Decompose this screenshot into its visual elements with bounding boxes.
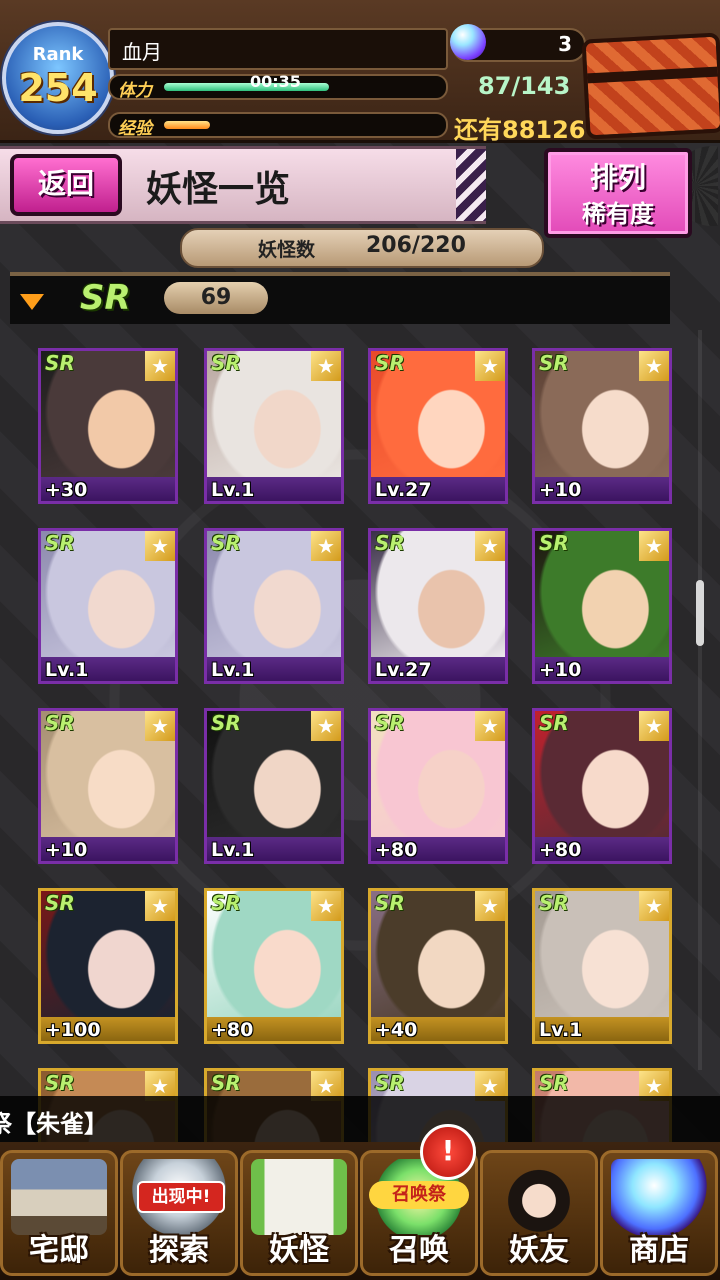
summon-badge: 召唤祭: [369, 1181, 469, 1209]
card-level: Lv.27: [375, 659, 432, 681]
card-rarity: SR: [211, 531, 241, 555]
nav-shop[interactable]: 商店: [600, 1150, 718, 1276]
card-level: +80: [375, 839, 418, 861]
card-rarity: SR: [45, 351, 75, 375]
youkai-card[interactable]: SR ★ +10: [532, 528, 672, 684]
card-rarity: SR: [211, 1071, 241, 1095]
nav-label: 宅邸: [29, 1233, 89, 1268]
card-level: Lv.1: [45, 659, 89, 681]
card-level: Lv.1: [211, 839, 255, 861]
card-rarity: SR: [211, 351, 241, 375]
card-rarity: SR: [539, 351, 569, 375]
nav-label: 召唤: [389, 1233, 449, 1268]
nav-label: 探索: [149, 1233, 209, 1268]
card-rarity: SR: [375, 711, 405, 735]
card-rarity: SR: [211, 891, 241, 915]
scroll-icon: [251, 1159, 347, 1235]
ticker-text: 祭【朱雀】: [0, 1110, 108, 1138]
card-level: +10: [539, 479, 582, 501]
card-level: +10: [539, 659, 582, 681]
youkai-card[interactable]: SR ★ +40: [368, 888, 508, 1044]
nav-friends[interactable]: 妖友: [480, 1150, 598, 1276]
card-rarity: SR: [211, 711, 241, 735]
youkai-card[interactable]: SR ★ Lv.1: [532, 888, 672, 1044]
nav-explore[interactable]: 出现中! 探索: [120, 1150, 238, 1276]
explore-badge: 出现中!: [137, 1181, 225, 1213]
favorite-star-icon[interactable]: ★: [639, 351, 669, 381]
favorite-star-icon[interactable]: ★: [145, 351, 175, 381]
youkai-card[interactable]: SR ★ +30: [38, 348, 178, 504]
card-rarity: SR: [539, 891, 569, 915]
youkai-card[interactable]: SR ★ +80: [532, 708, 672, 864]
card-rarity: SR: [539, 1071, 569, 1095]
youkai-card[interactable]: SR ★ Lv.1: [38, 528, 178, 684]
card-level: Lv.1: [211, 659, 255, 681]
favorite-star-icon[interactable]: ★: [639, 531, 669, 561]
nav-youkai[interactable]: 妖怪: [240, 1150, 358, 1276]
magic-orb-shop-icon: [611, 1159, 707, 1235]
mansion-icon: [11, 1159, 107, 1235]
card-rarity: SR: [45, 891, 75, 915]
card-level: Lv.27: [375, 479, 432, 501]
youkai-card[interactable]: SR ★ Lv.1: [204, 528, 344, 684]
favorite-star-icon[interactable]: ★: [145, 891, 175, 921]
nav-label: 妖怪: [269, 1233, 329, 1268]
youkai-card[interactable]: SR ★ +100: [38, 888, 178, 1044]
catgirl-friend-icon: [491, 1159, 587, 1235]
favorite-star-icon[interactable]: ★: [311, 351, 341, 381]
card-level: +10: [45, 839, 88, 861]
favorite-star-icon[interactable]: ★: [145, 711, 175, 741]
youkai-card[interactable]: SR ★ Lv.1: [204, 348, 344, 504]
youkai-card[interactable]: SR ★ Lv.1: [204, 708, 344, 864]
card-rarity: SR: [539, 531, 569, 555]
card-level: +40: [375, 1019, 418, 1041]
news-ticker[interactable]: 祭【朱雀】: [0, 1096, 720, 1142]
youkai-card[interactable]: SR ★ +10: [38, 708, 178, 864]
favorite-star-icon[interactable]: ★: [311, 711, 341, 741]
card-rarity: SR: [375, 531, 405, 555]
card-level: +100: [45, 1019, 101, 1041]
card-rarity: SR: [45, 1071, 75, 1095]
youkai-card[interactable]: SR ★ Lv.27: [368, 528, 508, 684]
card-level: Lv.1: [539, 1019, 583, 1041]
summon-alert-icon[interactable]: !: [420, 1124, 476, 1180]
favorite-star-icon[interactable]: ★: [475, 531, 505, 561]
favorite-star-icon[interactable]: ★: [475, 891, 505, 921]
youkai-card[interactable]: SR ★ Lv.27: [368, 348, 508, 504]
favorite-star-icon[interactable]: ★: [639, 891, 669, 921]
nav-label: 妖友: [509, 1233, 569, 1268]
youkai-card[interactable]: SR ★ +10: [532, 348, 672, 504]
card-level: +80: [539, 839, 582, 861]
card-rarity: SR: [375, 1071, 405, 1095]
favorite-star-icon[interactable]: ★: [311, 891, 341, 921]
youkai-card[interactable]: SR ★ +80: [368, 708, 508, 864]
youkai-grid: SR ★ +30 SR ★ Lv.1 SR ★ Lv.27 SR ★ +10 SR ★ Lv.1 SR ★ Lv.…: [0, 0, 720, 1280]
card-rarity: SR: [45, 711, 75, 735]
card-level: Lv.1: [211, 479, 255, 501]
card-rarity: SR: [375, 351, 405, 375]
nav-label: 商店: [629, 1233, 689, 1268]
card-rarity: SR: [539, 711, 569, 735]
favorite-star-icon[interactable]: ★: [639, 711, 669, 741]
card-rarity: SR: [375, 891, 405, 915]
card-level: +80: [211, 1019, 254, 1041]
nav-mansion[interactable]: 宅邸: [0, 1150, 118, 1276]
favorite-star-icon[interactable]: ★: [475, 711, 505, 741]
youkai-card[interactable]: SR ★ +80: [204, 888, 344, 1044]
card-rarity: SR: [45, 531, 75, 555]
favorite-star-icon[interactable]: ★: [311, 531, 341, 561]
favorite-star-icon[interactable]: ★: [145, 531, 175, 561]
favorite-star-icon[interactable]: ★: [475, 351, 505, 381]
card-level: +30: [45, 479, 88, 501]
